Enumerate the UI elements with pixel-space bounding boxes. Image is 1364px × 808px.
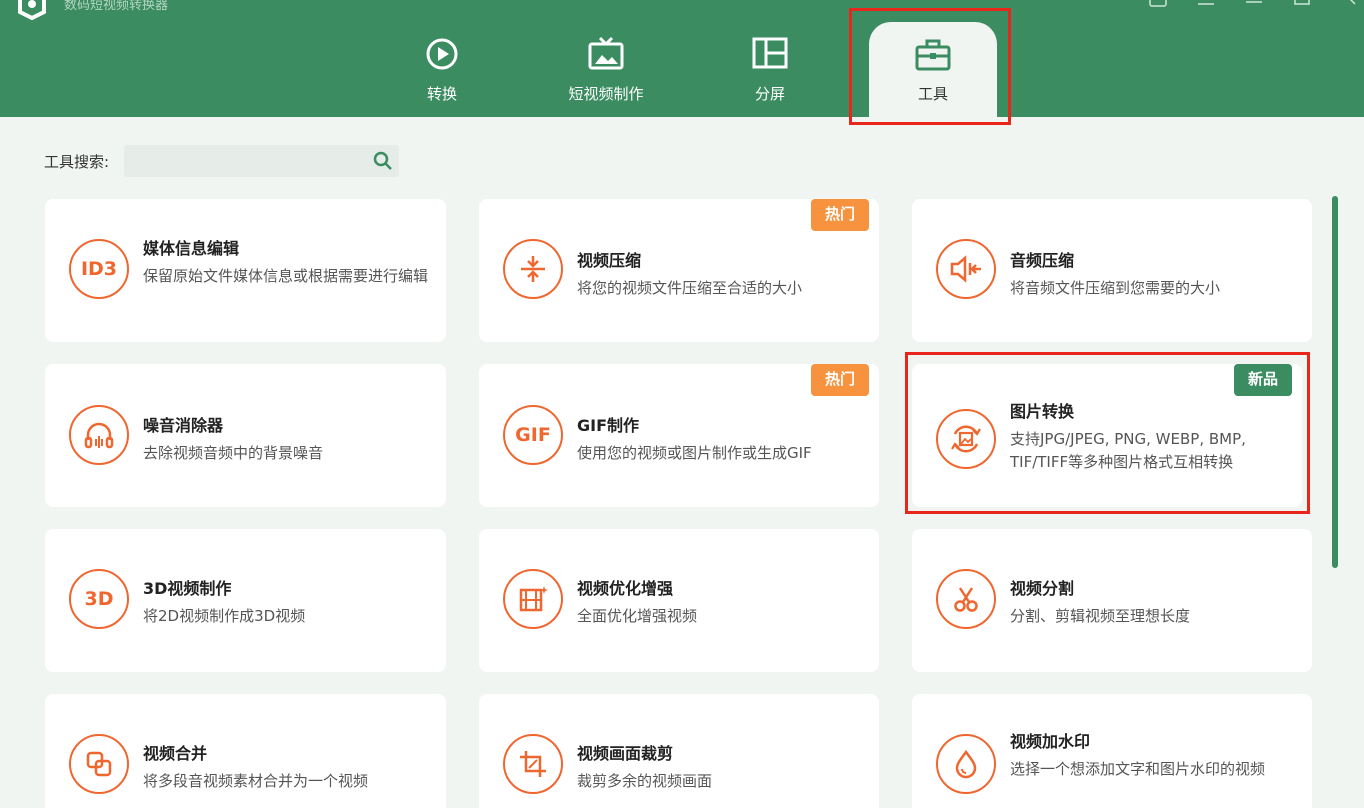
chat-icon[interactable] xyxy=(1144,0,1172,12)
card-desc: 裁剪多余的视频画面 xyxy=(577,772,713,790)
app-logo-icon xyxy=(18,0,46,21)
card-desc: 选择一个想添加文字和图片水印的视频 xyxy=(1010,760,1266,778)
split-screen-icon xyxy=(752,37,788,69)
card-title: 视频压缩 xyxy=(577,251,642,270)
tab-short-video-label: 短视频制作 xyxy=(568,85,644,103)
card-video-split[interactable]: 视频分割 分割、剪辑视频至理想长度 xyxy=(912,529,1312,672)
card-video-enhance[interactable]: 视频优化增强 全面优化增强视频 xyxy=(479,529,879,672)
card-noise-remover[interactable]: 噪音消除器 去除视频音频中的背景噪音 xyxy=(45,364,446,507)
card-title: 视频画面裁剪 xyxy=(577,744,674,763)
card-title: 图片转换 xyxy=(1010,402,1075,421)
card-title: GIF制作 xyxy=(577,416,640,435)
search-icon[interactable] xyxy=(373,151,393,171)
toolbox-icon xyxy=(915,39,951,71)
card-title: 视频分割 xyxy=(1010,579,1075,598)
card-title: 视频合并 xyxy=(143,744,208,763)
card-desc: 支持JPG/JPEG, PNG, WEBP, BMP, TIF/TIFF等多种图… xyxy=(1010,430,1246,471)
hot-badge: 热门 xyxy=(810,364,869,396)
card-desc: 使用您的视频或图片制作或生成GIF xyxy=(577,444,812,462)
crop-icon xyxy=(503,734,563,794)
card-title: 媒体信息编辑 xyxy=(143,239,240,258)
card-video-crop[interactable]: 视频画面裁剪 裁剪多余的视频画面 xyxy=(479,694,879,808)
window-controls xyxy=(1144,0,1364,12)
app-title: 数码短视频转换器 xyxy=(64,0,169,13)
hot-badge: 热门 xyxy=(810,199,869,231)
card-3d-video[interactable]: 3D 3D视频制作 将2D视频制作成3D视频 xyxy=(45,529,446,672)
app-window: 数码短视频转换器 转换 短视频制作 分屏 工具 工具搜索: ID3 媒体信息编辑… xyxy=(0,0,1364,808)
video-compress-icon xyxy=(503,239,563,299)
card-title: 噪音消除器 xyxy=(143,416,224,435)
card-title: 视频优化增强 xyxy=(577,579,674,598)
id3-icon: ID3 xyxy=(69,239,129,299)
short-video-icon xyxy=(588,36,624,70)
convert-icon xyxy=(426,38,458,70)
new-badge: 新品 xyxy=(1233,364,1292,396)
card-desc: 将您的视频文件压缩至合适的大小 xyxy=(577,279,803,297)
top-bar: 数码短视频转换器 转换 短视频制作 分屏 工具 xyxy=(0,0,1364,117)
card-desc: 将多段音视频素材合并为一个视频 xyxy=(143,772,369,790)
watermark-icon xyxy=(936,734,996,794)
card-audio-compress[interactable]: 音频压缩 将音频文件压缩到您需要的大小 xyxy=(912,199,1312,342)
card-desc: 去除视频音频中的背景噪音 xyxy=(143,444,324,462)
card-desc: 将2D视频制作成3D视频 xyxy=(143,607,306,625)
tab-convert-label: 转换 xyxy=(426,85,457,103)
tab-short-video[interactable]: 短视频制作 xyxy=(552,0,660,117)
menu-icon[interactable] xyxy=(1192,0,1220,12)
scrollbar[interactable] xyxy=(1332,196,1338,568)
close-icon[interactable] xyxy=(1336,0,1364,12)
search-label: 工具搜索: xyxy=(44,153,110,171)
audio-compress-icon xyxy=(936,239,996,299)
card-title: 3D视频制作 xyxy=(143,579,232,598)
card-gif-maker[interactable]: 热门 GIF GIF制作 使用您的视频或图片制作或生成GIF xyxy=(479,364,879,507)
card-video-compress[interactable]: 热门 视频压缩 将您的视频文件压缩至合适的大小 xyxy=(479,199,879,342)
card-desc: 保留原始文件媒体信息或根据需要进行编辑 xyxy=(143,267,429,285)
3d-icon: 3D xyxy=(69,569,129,629)
card-video-watermark[interactable]: 视频加水印 选择一个想添加文字和图片水印的视频 xyxy=(912,694,1312,808)
card-image-convert[interactable]: 新品 图片转换 支持JPG/JPEG, PNG, WEBP, BMP, TIF/… xyxy=(912,364,1302,507)
tab-split-screen-label: 分屏 xyxy=(754,85,785,103)
tab-convert[interactable]: 转换 xyxy=(402,0,482,117)
gif-icon: GIF xyxy=(503,405,563,465)
image-convert-icon xyxy=(936,409,996,469)
headphones-icon xyxy=(69,405,129,465)
card-video-merge[interactable]: 视频合并 将多段音视频素材合并为一个视频 xyxy=(45,694,446,808)
card-title: 视频加水印 xyxy=(1010,732,1091,751)
tab-tools[interactable]: 工具 xyxy=(869,22,997,117)
merge-icon xyxy=(69,734,129,794)
card-desc: 分割、剪辑视频至理想长度 xyxy=(1010,607,1191,625)
search-input[interactable] xyxy=(130,149,360,173)
tab-tools-label: 工具 xyxy=(917,85,948,103)
maximize-icon[interactable] xyxy=(1288,0,1316,12)
card-title: 音频压缩 xyxy=(1010,251,1075,270)
card-media-info-edit[interactable]: ID3 媒体信息编辑 保留原始文件媒体信息或根据需要进行编辑 xyxy=(45,199,446,342)
minimize-icon[interactable] xyxy=(1240,0,1268,12)
card-desc: 将音频文件压缩到您需要的大小 xyxy=(1010,279,1221,297)
tab-split-screen[interactable]: 分屏 xyxy=(730,0,810,117)
video-enhance-icon xyxy=(503,569,563,629)
scissors-icon xyxy=(936,569,996,629)
card-desc: 全面优化增强视频 xyxy=(577,607,698,625)
search-box xyxy=(124,145,399,177)
